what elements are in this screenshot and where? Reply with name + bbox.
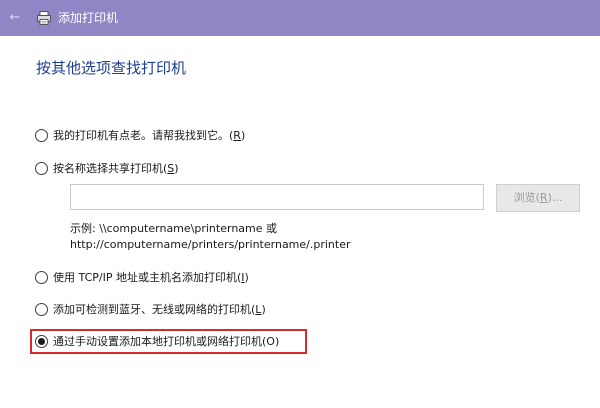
radio-manual-local[interactable] — [35, 334, 48, 348]
page-heading: 按其他选项查找打印机 — [36, 59, 187, 77]
radio-old-printer[interactable] — [35, 128, 48, 142]
option-manual-local[interactable]: 通过手动设置添加本地打印机或网络打印机(O) — [35, 332, 279, 350]
title-bar: ← 添加打印机 — [0, 0, 600, 36]
option-tcpip-label: 使用 TCP/IP 地址或主机名添加打印机(I) — [53, 271, 249, 284]
back-arrow-icon[interactable]: ← — [7, 10, 23, 26]
example-line-1: 示例: \\computername\printername 或 — [70, 222, 278, 235]
radio-bluetooth-wireless[interactable] — [35, 302, 48, 316]
option-shared-printer-label: 按名称选择共享打印机(S) — [53, 162, 179, 175]
example-line-2: http://computername/printers/printername… — [70, 238, 351, 251]
window-title: 添加打印机 — [58, 11, 119, 25]
radio-shared-printer[interactable] — [35, 161, 48, 175]
option-manual-local-label: 通过手动设置添加本地打印机或网络打印机(O) — [53, 335, 280, 348]
shared-printer-name-input[interactable] — [70, 184, 484, 210]
option-bluetooth-wireless-label: 添加可检测到蓝牙、无线或网络的打印机(L) — [53, 303, 266, 316]
option-old-printer-label: 我的打印机有点老。请帮我找到它。(R) — [53, 129, 246, 142]
option-old-printer[interactable]: 我的打印机有点老。请帮我找到它。(R) — [35, 126, 245, 144]
option-bluetooth-wireless[interactable]: 添加可检测到蓝牙、无线或网络的打印机(L) — [35, 300, 266, 318]
printer-icon — [37, 11, 51, 25]
option-shared-printer[interactable]: 按名称选择共享打印机(S) — [35, 159, 179, 177]
browse-button[interactable]: 浏览(R)... — [496, 184, 580, 212]
option-tcpip[interactable]: 使用 TCP/IP 地址或主机名添加打印机(I) — [35, 268, 249, 286]
radio-tcpip[interactable] — [35, 270, 48, 284]
